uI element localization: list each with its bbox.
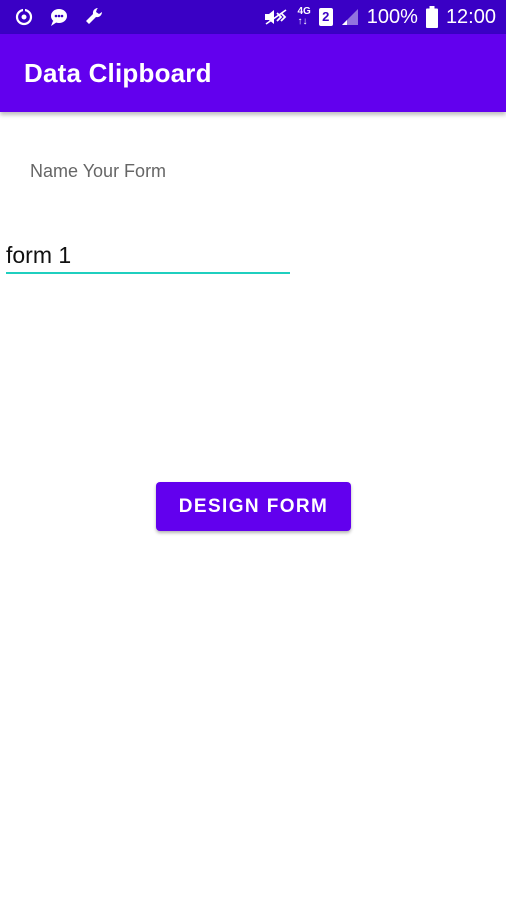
notification-icons: [14, 6, 106, 28]
app-bar: Data Clipboard: [0, 34, 506, 112]
sim-2-icon: 2: [318, 8, 333, 26]
design-form-button[interactable]: DESIGN FORM: [156, 482, 351, 531]
form-name-input[interactable]: [6, 238, 290, 274]
chat-bubble-icon: [48, 7, 70, 27]
network-4g-icon: 4G ↑↓: [297, 7, 310, 27]
sync-icon: [14, 7, 34, 27]
system-indicators: 4G ↑↓ 2 100% 12:00: [263, 6, 496, 29]
battery-icon: [425, 6, 438, 28]
clock-text: 12:00: [445, 5, 496, 28]
wrench-icon: [84, 6, 106, 28]
network-arrows-text: ↑↓: [297, 16, 308, 27]
mute-icon: [263, 8, 289, 26]
form-name-label: Name Your Form: [30, 161, 167, 181]
status-bar: 4G ↑↓ 2 100% 12:00: [0, 0, 506, 34]
signal-icon: [341, 8, 359, 26]
app-title: Data Clipboard: [24, 58, 212, 88]
battery-percent-text: 100%: [366, 5, 418, 28]
